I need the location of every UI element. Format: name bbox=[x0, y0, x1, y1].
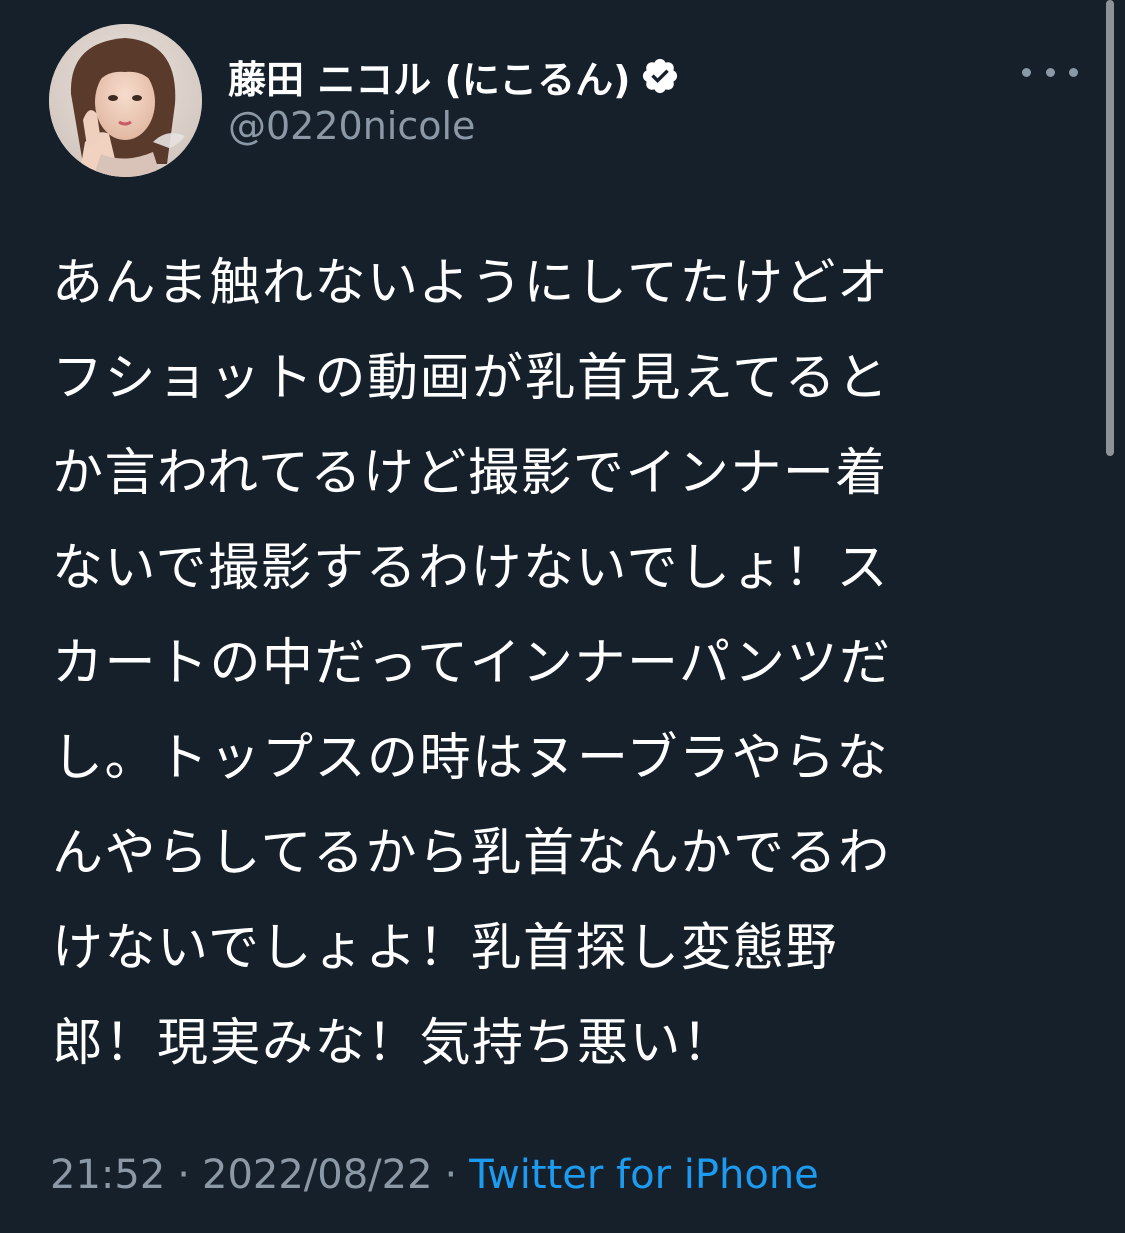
tweet-text-line: 郎！現実みな！気持ち悪い！ bbox=[52, 1014, 735, 1073]
tweet-text-line: カートの中だってインナーパンツだ bbox=[52, 634, 892, 693]
avatar[interactable] bbox=[49, 24, 202, 177]
profile-photo-icon bbox=[49, 24, 202, 177]
user-name-row[interactable]: 藤田 ニコル (にこるん) bbox=[228, 50, 680, 102]
tweet-text-line: あんま触れないようにしてたけどオ bbox=[52, 254, 890, 313]
tweet-time[interactable]: 21:52 bbox=[50, 1152, 165, 1198]
scrollbar[interactable] bbox=[1106, 0, 1114, 456]
tweet-source-link[interactable]: Twitter for iPhone bbox=[469, 1152, 819, 1198]
tweet-text: あんま触れないようにしてたけどオ フショットの動画が乳首見えてると か言われてる… bbox=[52, 236, 1052, 1091]
more-horizontal-icon bbox=[1045, 67, 1055, 77]
tweet-meta: 21:52 · 2022/08/22 · Twitter for iPhone bbox=[50, 1152, 819, 1198]
tweet-text-line: フショットの動画が乳首見えてると bbox=[52, 349, 890, 408]
tweet-text-line: んやらしてるから乳首なんかでるわ bbox=[52, 824, 891, 883]
tweet-date[interactable]: 2022/08/22 bbox=[202, 1152, 433, 1198]
more-horizontal-icon bbox=[1022, 67, 1031, 77]
more-horizontal-icon bbox=[1069, 67, 1078, 77]
tweet-text-line: けないでしょよ！乳首探し変態野 bbox=[52, 919, 838, 978]
user-handle[interactable]: @0220nicole bbox=[228, 104, 475, 148]
meta-separator: · bbox=[444, 1152, 458, 1198]
tweet-text-line: ないで撮影するわけないでしょ！ス bbox=[52, 539, 889, 598]
verified-badge-icon bbox=[640, 56, 680, 96]
tweet-detail: 藤田 ニコル (にこるん) @0220nicole あんま触れないようにしてたけ… bbox=[0, 0, 1125, 1233]
tweet-text-line: し。トップスの時はヌーブラやらな bbox=[52, 729, 889, 788]
tweet-text-line: か言われてるけど撮影でインナー着 bbox=[52, 444, 888, 503]
more-options-button[interactable] bbox=[1022, 58, 1078, 86]
meta-separator: · bbox=[177, 1152, 190, 1198]
display-name[interactable]: 藤田 ニコル (にこるん) bbox=[228, 49, 630, 104]
